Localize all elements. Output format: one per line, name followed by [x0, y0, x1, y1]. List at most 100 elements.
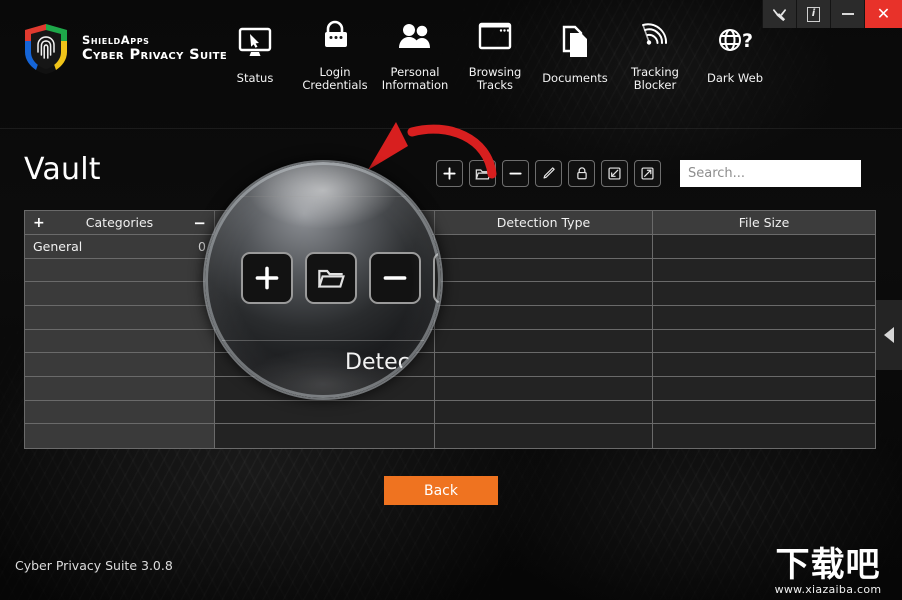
chevron-left-icon: [884, 327, 894, 343]
lock-icon: [576, 167, 587, 180]
nav-item-documents[interactable]: Documents: [535, 20, 615, 85]
nav-item-login-credentials[interactable]: Login Credentials: [295, 14, 375, 93]
magnified-add-button: [241, 252, 293, 304]
magnified-add-folder-button: [305, 252, 357, 304]
import-button[interactable]: [601, 160, 628, 187]
cell-detection-type: [435, 235, 653, 259]
edit-button[interactable]: [535, 160, 562, 187]
cell-detection-type: [435, 258, 653, 283]
cell-detection-type: [435, 329, 653, 354]
header-add-category-button[interactable]: +: [33, 215, 45, 231]
main-navigation: Status Login Credentials Personal Inform…: [215, 14, 775, 93]
minimize-button[interactable]: [830, 0, 864, 28]
wrench-screwdriver-icon: [772, 8, 787, 21]
header-file-size[interactable]: File Size: [653, 211, 875, 235]
app-window: i ✕ ShieldApps Cyber Privacy Suite Statu…: [0, 0, 902, 600]
nav-item-personal-information[interactable]: Personal Information: [375, 14, 455, 93]
table-row[interactable]: [25, 377, 875, 401]
search-input[interactable]: [680, 160, 861, 187]
magnified-grid-line-top: [205, 196, 441, 197]
minimize-icon: [841, 13, 854, 15]
table-row[interactable]: [25, 400, 875, 425]
nav-label-login-credentials: Login Credentials: [302, 65, 368, 93]
cell-file-size: [653, 306, 875, 330]
table-row[interactable]: [25, 306, 875, 330]
folder-icon: [474, 168, 491, 180]
cell-category: [25, 424, 215, 449]
table-row[interactable]: [25, 329, 875, 354]
magnified-toolbar: [241, 252, 441, 304]
cell-detection-type: [435, 282, 653, 307]
version-label: Cyber Privacy Suite 3.0.8: [15, 558, 173, 573]
import-arrow-icon: [608, 167, 621, 180]
table-row[interactable]: [25, 258, 875, 283]
close-button[interactable]: ✕: [864, 0, 902, 28]
header-detection-type[interactable]: Detection Type: [435, 211, 653, 235]
cell-detection-type: [435, 400, 653, 425]
documents-icon: [560, 20, 590, 64]
cell-category: [25, 353, 215, 378]
magnified-remove-button: [369, 252, 421, 304]
nav-label-browsing-tracks: Browsing Tracks: [468, 65, 522, 93]
nav-item-dark-web[interactable]: ? Dark Web: [695, 20, 775, 85]
cell-column-2: [215, 424, 435, 449]
table-row[interactable]: [25, 353, 875, 378]
close-icon: ✕: [876, 4, 891, 23]
table-header-row: + Categories − Detection Type File Size: [25, 211, 875, 235]
tools-button[interactable]: [762, 0, 796, 28]
table-row[interactable]: [25, 282, 875, 307]
signal-waves-icon: [638, 14, 672, 58]
magnifier-content: Detec: [205, 162, 441, 398]
brand-line-1: ShieldApps: [82, 33, 150, 48]
nav-label-tracking-blocker: Tracking Blocker: [631, 65, 679, 93]
table-row[interactable]: [25, 424, 875, 449]
cell-column-2: [215, 400, 435, 425]
nav-label-personal-information: Personal Information: [381, 65, 449, 93]
table-row[interactable]: General 0: [25, 235, 875, 259]
cell-detection-type: [435, 306, 653, 330]
info-glyph: i: [807, 6, 820, 22]
cell-detection-type: [435, 424, 653, 449]
svg-text:?: ?: [742, 30, 753, 52]
header-categories: + Categories −: [25, 211, 215, 235]
brand-logo: ShieldApps Cyber Privacy Suite: [22, 22, 227, 76]
plus-icon: [443, 167, 456, 180]
vault-toolbar: [436, 160, 661, 187]
nav-item-status[interactable]: Status: [215, 20, 295, 85]
cell-file-size: [653, 282, 875, 307]
magnified-edit-button-partial: [433, 252, 441, 304]
info-button[interactable]: i: [796, 0, 830, 28]
folder-icon: [317, 269, 345, 288]
back-button[interactable]: Back: [384, 476, 498, 505]
nav-item-tracking-blocker[interactable]: Tracking Blocker: [615, 14, 695, 93]
cell-category: [25, 306, 215, 330]
cell-category: [25, 329, 215, 354]
browser-window-icon: [478, 14, 512, 58]
watermark-url: www.xiazaiba.com: [774, 583, 882, 596]
cell-category: [25, 258, 215, 283]
remove-button[interactable]: [502, 160, 529, 187]
cell-category: General 0: [25, 235, 215, 259]
header-divider: [0, 128, 902, 129]
category-name: General: [33, 238, 83, 254]
vault-table: + Categories − Detection Type File Size …: [24, 210, 876, 449]
cell-file-size: [653, 377, 875, 401]
side-panel-toggle[interactable]: [876, 300, 902, 370]
export-arrow-icon: [641, 167, 654, 180]
cell-file-size: [653, 258, 875, 283]
minus-icon: [383, 276, 407, 280]
watermark-chinese-text: 下载吧: [775, 545, 881, 585]
cell-file-size: [653, 235, 875, 259]
lock-button[interactable]: [568, 160, 595, 187]
pencil-icon: [543, 167, 555, 179]
cell-file-size: [653, 353, 875, 378]
globe-question-icon: ?: [717, 20, 753, 64]
cell-detection-type: [435, 377, 653, 401]
magnified-detection-type-text: Detec: [345, 350, 410, 375]
nav-label-status: Status: [236, 71, 274, 85]
add-folder-button[interactable]: [469, 160, 496, 187]
export-button[interactable]: [634, 160, 661, 187]
cell-category: [25, 282, 215, 307]
nav-item-browsing-tracks[interactable]: Browsing Tracks: [455, 14, 535, 93]
monitor-icon: [238, 20, 272, 64]
